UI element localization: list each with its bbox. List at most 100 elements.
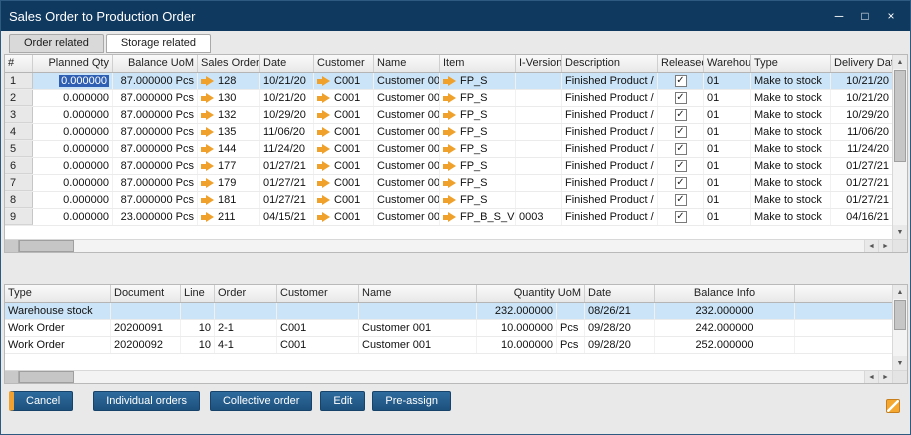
sales-order-cell[interactable]: 128	[198, 73, 260, 89]
warehouse-cell[interactable]: 01	[704, 175, 751, 191]
balance-uom-cell[interactable]: 87.000000 Pcs	[113, 73, 198, 89]
customer-cell[interactable]: C001	[314, 192, 374, 208]
column-header-row-number[interactable]: #	[5, 55, 33, 72]
type-cell[interactable]: Make to stock	[751, 107, 831, 123]
column-header-i-version[interactable]: I-Version	[516, 55, 562, 72]
date-cell[interactable]: 04/15/21	[260, 209, 314, 225]
column-header-type[interactable]: Type	[751, 55, 831, 72]
delivery-date-cell[interactable]: 10/21/20	[831, 90, 892, 106]
item-cell[interactable]: FP_S	[440, 192, 516, 208]
i-version-cell[interactable]	[516, 158, 562, 174]
sales-order-cell[interactable]: 144	[198, 141, 260, 157]
name-cell[interactable]: Customer 00	[374, 141, 440, 157]
link-arrow-icon[interactable]	[201, 196, 214, 205]
tab-order-related[interactable]: Order related	[9, 34, 104, 53]
link-arrow-icon[interactable]	[443, 94, 456, 103]
link-arrow-icon[interactable]	[317, 213, 330, 222]
link-arrow-icon[interactable]	[317, 111, 330, 120]
maximize-icon[interactable]: □	[854, 9, 876, 23]
column-header-warehouse[interactable]: Warehous	[704, 55, 751, 72]
released-checkbox[interactable]: ✓	[675, 109, 687, 121]
sales-order-row[interactable]: 7 0.000000 87.000000 Pcs 179 01/27/21 C0…	[5, 175, 892, 192]
customer-cell[interactable]: C001	[314, 90, 374, 106]
row-number-cell[interactable]: 9	[5, 209, 33, 225]
balance-info-cell[interactable]: 232.000000	[655, 303, 795, 319]
sales-order-row[interactable]: 6 0.000000 87.000000 Pcs 177 01/27/21 C0…	[5, 158, 892, 175]
type-cell[interactable]: Work Order	[5, 320, 111, 336]
link-arrow-icon[interactable]	[317, 77, 330, 86]
allocation-row[interactable]: Work Order 20200091 10 2-1 C001 Customer…	[5, 320, 892, 337]
warehouse-cell[interactable]: 01	[704, 107, 751, 123]
description-cell[interactable]: Finished Product /	[562, 141, 658, 157]
link-arrow-icon[interactable]	[443, 111, 456, 120]
balance-uom-cell[interactable]: 87.000000 Pcs	[113, 141, 198, 157]
customer-cell[interactable]: C001	[277, 337, 359, 353]
balance-uom-cell[interactable]: 87.000000 Pcs	[113, 192, 198, 208]
customer-cell[interactable]: C001	[314, 158, 374, 174]
sales-order-cell[interactable]: 177	[198, 158, 260, 174]
sales-order-cell[interactable]: 181	[198, 192, 260, 208]
released-cell[interactable]: ✓	[658, 158, 704, 174]
column-header-balance-info[interactable]: Balance Info	[655, 285, 795, 302]
released-cell[interactable]: ✓	[658, 124, 704, 140]
balance-uom-cell[interactable]: 87.000000 Pcs	[113, 90, 198, 106]
uom-cell[interactable]: Pcs	[557, 320, 585, 336]
row-number-cell[interactable]: 3	[5, 107, 33, 123]
name-cell[interactable]: Customer 001	[359, 320, 477, 336]
column-header-type[interactable]: Type	[5, 285, 111, 302]
i-version-cell[interactable]	[516, 124, 562, 140]
row-number-cell[interactable]: 1	[5, 73, 33, 89]
column-header-document[interactable]: Document	[111, 285, 181, 302]
customer-cell[interactable]: C001	[314, 73, 374, 89]
link-arrow-icon[interactable]	[443, 213, 456, 222]
sales-order-row[interactable]: 4 0.000000 87.000000 Pcs 135 11/06/20 C0…	[5, 124, 892, 141]
pre-assign-button[interactable]: Pre-assign	[372, 391, 451, 411]
sales-order-cell[interactable]: 179	[198, 175, 260, 191]
description-cell[interactable]: Finished Product /	[562, 73, 658, 89]
link-arrow-icon[interactable]	[443, 196, 456, 205]
link-arrow-icon[interactable]	[201, 213, 214, 222]
description-cell[interactable]: Finished Product /	[562, 107, 658, 123]
type-cell[interactable]: Warehouse stock	[5, 303, 111, 319]
balance-uom-cell[interactable]: 87.000000 Pcs	[113, 175, 198, 191]
row-number-cell[interactable]: 7	[5, 175, 33, 191]
vertical-scrollbar[interactable]: ▲ ▼	[892, 55, 907, 239]
planned-qty-cell[interactable]: 0.000000	[33, 209, 113, 225]
item-cell[interactable]: FP_S	[440, 158, 516, 174]
balance-uom-cell[interactable]: 87.000000 Pcs	[113, 107, 198, 123]
item-cell[interactable]: FP_S	[440, 73, 516, 89]
type-cell[interactable]: Make to stock	[751, 192, 831, 208]
i-version-cell[interactable]	[516, 90, 562, 106]
link-arrow-icon[interactable]	[201, 145, 214, 154]
order-cell[interactable]: 4-1	[215, 337, 277, 353]
date-cell[interactable]: 01/27/21	[260, 175, 314, 191]
name-cell[interactable]	[359, 303, 477, 319]
column-header-description[interactable]: Description	[562, 55, 658, 72]
description-cell[interactable]: Finished Product /	[562, 175, 658, 191]
released-checkbox[interactable]: ✓	[675, 75, 687, 87]
scroll-right-icon[interactable]: ►	[878, 371, 892, 383]
type-cell[interactable]: Make to stock	[751, 175, 831, 191]
close-icon[interactable]: ×	[880, 9, 902, 23]
customer-cell[interactable]	[277, 303, 359, 319]
balance-info-cell[interactable]: 242.000000	[655, 320, 795, 336]
planned-qty-cell[interactable]: 0.000000	[33, 141, 113, 157]
row-number-cell[interactable]: 5	[5, 141, 33, 157]
column-header-customer[interactable]: Customer	[277, 285, 359, 302]
date-cell[interactable]: 08/26/21	[585, 303, 655, 319]
planned-qty-cell[interactable]: 0.000000	[33, 192, 113, 208]
date-cell[interactable]: 11/06/20	[260, 124, 314, 140]
column-header-item[interactable]: Item	[440, 55, 516, 72]
horizontal-scrollbar[interactable]: ◄ ►	[5, 239, 892, 252]
scrollbar-thumb[interactable]	[19, 240, 74, 252]
i-version-cell[interactable]	[516, 107, 562, 123]
allocation-row[interactable]: Warehouse stock 232.000000 08/26/21 232.…	[5, 303, 892, 320]
line-cell[interactable]: 10	[181, 337, 215, 353]
link-arrow-icon[interactable]	[317, 94, 330, 103]
sales-order-cell[interactable]: 211	[198, 209, 260, 225]
document-cell[interactable]: 20200092	[111, 337, 181, 353]
released-checkbox[interactable]: ✓	[675, 194, 687, 206]
customer-cell[interactable]: C001	[277, 320, 359, 336]
link-arrow-icon[interactable]	[201, 179, 214, 188]
balance-uom-cell[interactable]: 87.000000 Pcs	[113, 158, 198, 174]
